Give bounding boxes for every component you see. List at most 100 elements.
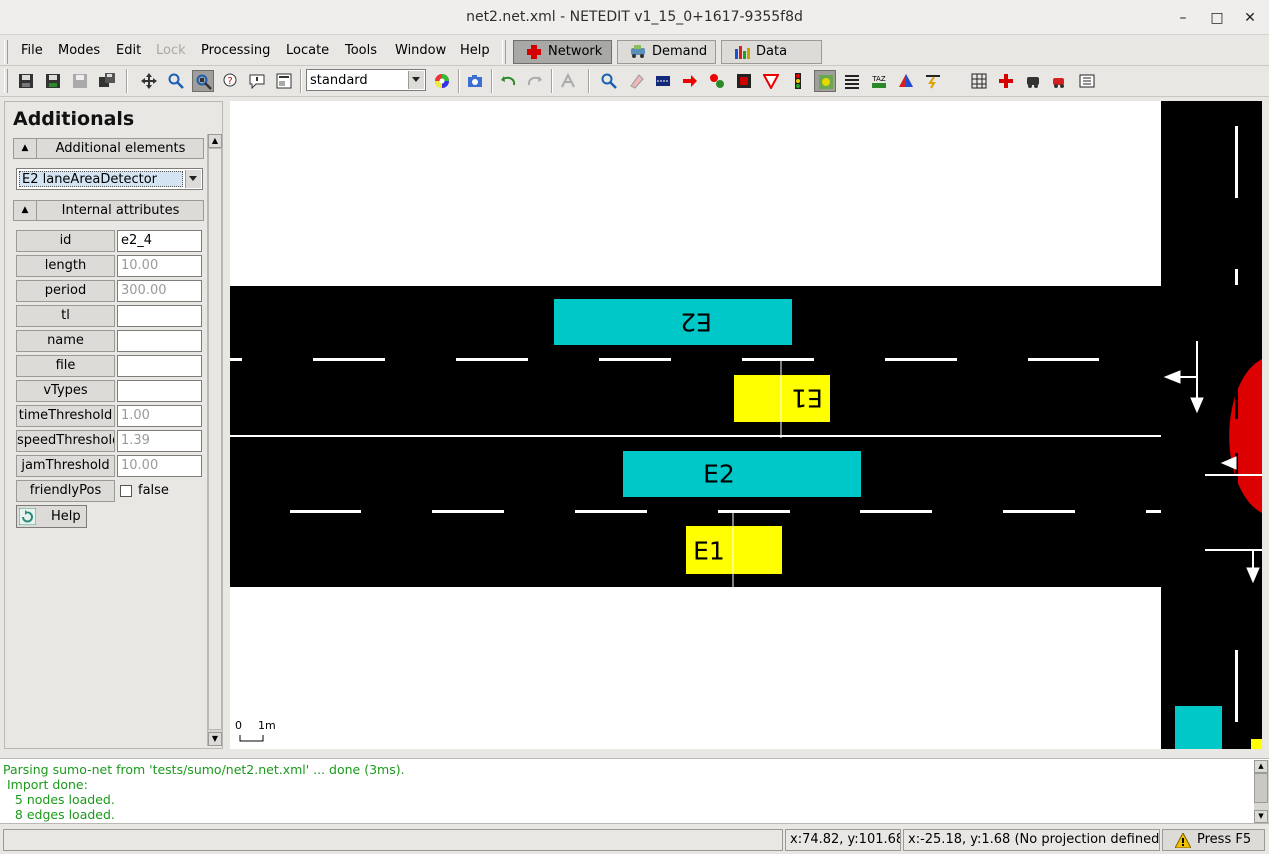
attribute-label[interactable]: friendlyPos: [16, 480, 115, 502]
list-button[interactable]: [1076, 70, 1098, 92]
attribute-label[interactable]: timeThreshold: [16, 405, 115, 427]
network-mode-button[interactable]: Network: [513, 40, 612, 64]
info-button[interactable]: [246, 70, 268, 92]
attribute-input-jam-threshold[interactable]: 10.00: [117, 455, 202, 477]
attribute-label[interactable]: tl: [16, 305, 115, 327]
additional-elements-header[interactable]: ▲ Additional elements: [13, 138, 204, 159]
additional-button[interactable]: [814, 70, 836, 92]
visualization-scheme-select[interactable]: standard: [306, 69, 426, 91]
shape-button[interactable]: [895, 70, 917, 92]
attribute-label[interactable]: file: [16, 355, 115, 377]
e2-detector-lower[interactable]: E2: [623, 451, 861, 497]
attribute-input-period[interactable]: 300.00: [117, 280, 202, 302]
delete-button[interactable]: [625, 70, 647, 92]
menu-tools[interactable]: Tools: [345, 43, 377, 58]
create-edge-button[interactable]: [679, 70, 701, 92]
locator-button[interactable]: [192, 70, 214, 92]
redo-button[interactable]: [524, 70, 546, 92]
network-drawing[interactable]: E2 E1 E2 E1 0 1m: [230, 101, 1262, 749]
crossing-button[interactable]: [760, 70, 782, 92]
e2-detector-vertical[interactable]: [1175, 706, 1222, 749]
color-wheel-button[interactable]: [431, 70, 453, 92]
internal-attributes-header[interactable]: ▲ Internal attributes: [13, 200, 204, 221]
attribute-input-id[interactable]: e2_4: [117, 230, 202, 252]
svg-text:?: ?: [227, 76, 232, 87]
grid-button[interactable]: [968, 70, 990, 92]
vehicle-button[interactable]: [1022, 70, 1044, 92]
panel-title: Additionals: [13, 108, 135, 130]
additionals-panel: Additionals ▲ Additional elements E2 lan…: [4, 101, 223, 749]
attribute-input-file[interactable]: [117, 355, 202, 377]
collapse-icon[interactable]: ▲: [14, 201, 37, 220]
panel-scrollbar[interactable]: ▲ ▼: [207, 134, 222, 746]
menu-edit[interactable]: Edit: [116, 43, 141, 58]
maximize-button[interactable]: □: [1208, 9, 1226, 27]
undo-icon: [501, 76, 516, 86]
menu-modes[interactable]: Modes: [58, 43, 100, 58]
traffic-light-button[interactable]: [787, 70, 809, 92]
save-all-button[interactable]: [96, 70, 118, 92]
stop-button[interactable]: [1049, 70, 1071, 92]
scroll-up-icon[interactable]: ▲: [1254, 760, 1268, 773]
menu-button[interactable]: [273, 70, 295, 92]
attribute-label[interactable]: vTypes: [16, 380, 115, 402]
scroll-up-icon[interactable]: ▲: [208, 134, 222, 148]
log-scrollbar[interactable]: ▲ ▼: [1254, 760, 1269, 823]
menu-processing[interactable]: Processing: [201, 43, 270, 58]
wire-button[interactable]: [841, 70, 863, 92]
menubar-grip[interactable]: [4, 40, 8, 64]
attribute-label[interactable]: id: [16, 230, 115, 252]
inspect-button[interactable]: [598, 70, 620, 92]
overhead-wire-button[interactable]: [922, 70, 944, 92]
modes-grip[interactable]: [502, 40, 506, 64]
attribute-input-vtypes[interactable]: [117, 380, 202, 402]
collapse-icon[interactable]: ▲: [14, 139, 37, 158]
menu-window[interactable]: Window: [395, 43, 446, 58]
attribute-input-length[interactable]: 10.00: [117, 255, 202, 277]
tooltip-button[interactable]: ?: [219, 70, 241, 92]
e2-detector-upper[interactable]: E2: [554, 299, 792, 345]
network-canvas[interactable]: E2 E1 E2 E1 0 1m: [230, 101, 1262, 749]
menu-help[interactable]: Help: [460, 43, 490, 58]
data-mode-button[interactable]: Data: [721, 40, 822, 64]
chevron-down-icon[interactable]: [408, 71, 424, 89]
scroll-down-icon[interactable]: ▼: [1254, 810, 1268, 823]
toolbar-grip[interactable]: [4, 69, 8, 93]
select-button[interactable]: [652, 70, 674, 92]
attribute-input-name[interactable]: [117, 330, 202, 352]
taz-button[interactable]: TAZ: [868, 70, 890, 92]
friendly-pos-checkbox[interactable]: [120, 485, 132, 497]
prohibition-button[interactable]: [733, 70, 755, 92]
compute-junctions-button[interactable]: [557, 70, 579, 92]
attribute-label[interactable]: period: [16, 280, 115, 302]
save-as-button[interactable]: [42, 70, 64, 92]
menu-file[interactable]: File: [21, 43, 43, 58]
help-button[interactable]: Help: [16, 505, 87, 528]
screenshot-button[interactable]: [464, 70, 486, 92]
attribute-label[interactable]: jamThreshold: [16, 455, 115, 477]
scrollbar-thumb[interactable]: [1254, 773, 1268, 803]
junction-shape-button[interactable]: [995, 70, 1017, 92]
attribute-input-time-threshold[interactable]: 1.00: [117, 405, 202, 427]
attribute-input-speed-threshold[interactable]: 1.39: [117, 430, 202, 452]
attribute-label[interactable]: length: [16, 255, 115, 277]
press-f5-button[interactable]: Press F5: [1162, 829, 1265, 851]
save-additionals-button[interactable]: [69, 70, 91, 92]
attribute-input-tl[interactable]: [117, 305, 202, 327]
undo-button[interactable]: [497, 70, 519, 92]
attribute-label[interactable]: speedThreshold: [16, 430, 115, 452]
attribute-label[interactable]: name: [16, 330, 115, 352]
menu-locate[interactable]: Locate: [286, 43, 329, 58]
additional-type-select[interactable]: E2 laneAreaDetector: [16, 168, 203, 190]
chevron-down-icon[interactable]: [185, 170, 201, 188]
scrollbar-thumb[interactable]: [208, 148, 222, 730]
move-button[interactable]: [138, 70, 160, 92]
e1-detector-vertical[interactable]: [1251, 739, 1262, 749]
connection-button[interactable]: [706, 70, 728, 92]
save-network-button[interactable]: [15, 70, 37, 92]
close-button[interactable]: ✕: [1241, 9, 1259, 27]
minimize-button[interactable]: –: [1174, 9, 1192, 27]
zoom-button[interactable]: [165, 70, 187, 92]
demand-mode-button[interactable]: Demand: [617, 40, 716, 64]
scroll-down-icon[interactable]: ▼: [208, 732, 222, 746]
